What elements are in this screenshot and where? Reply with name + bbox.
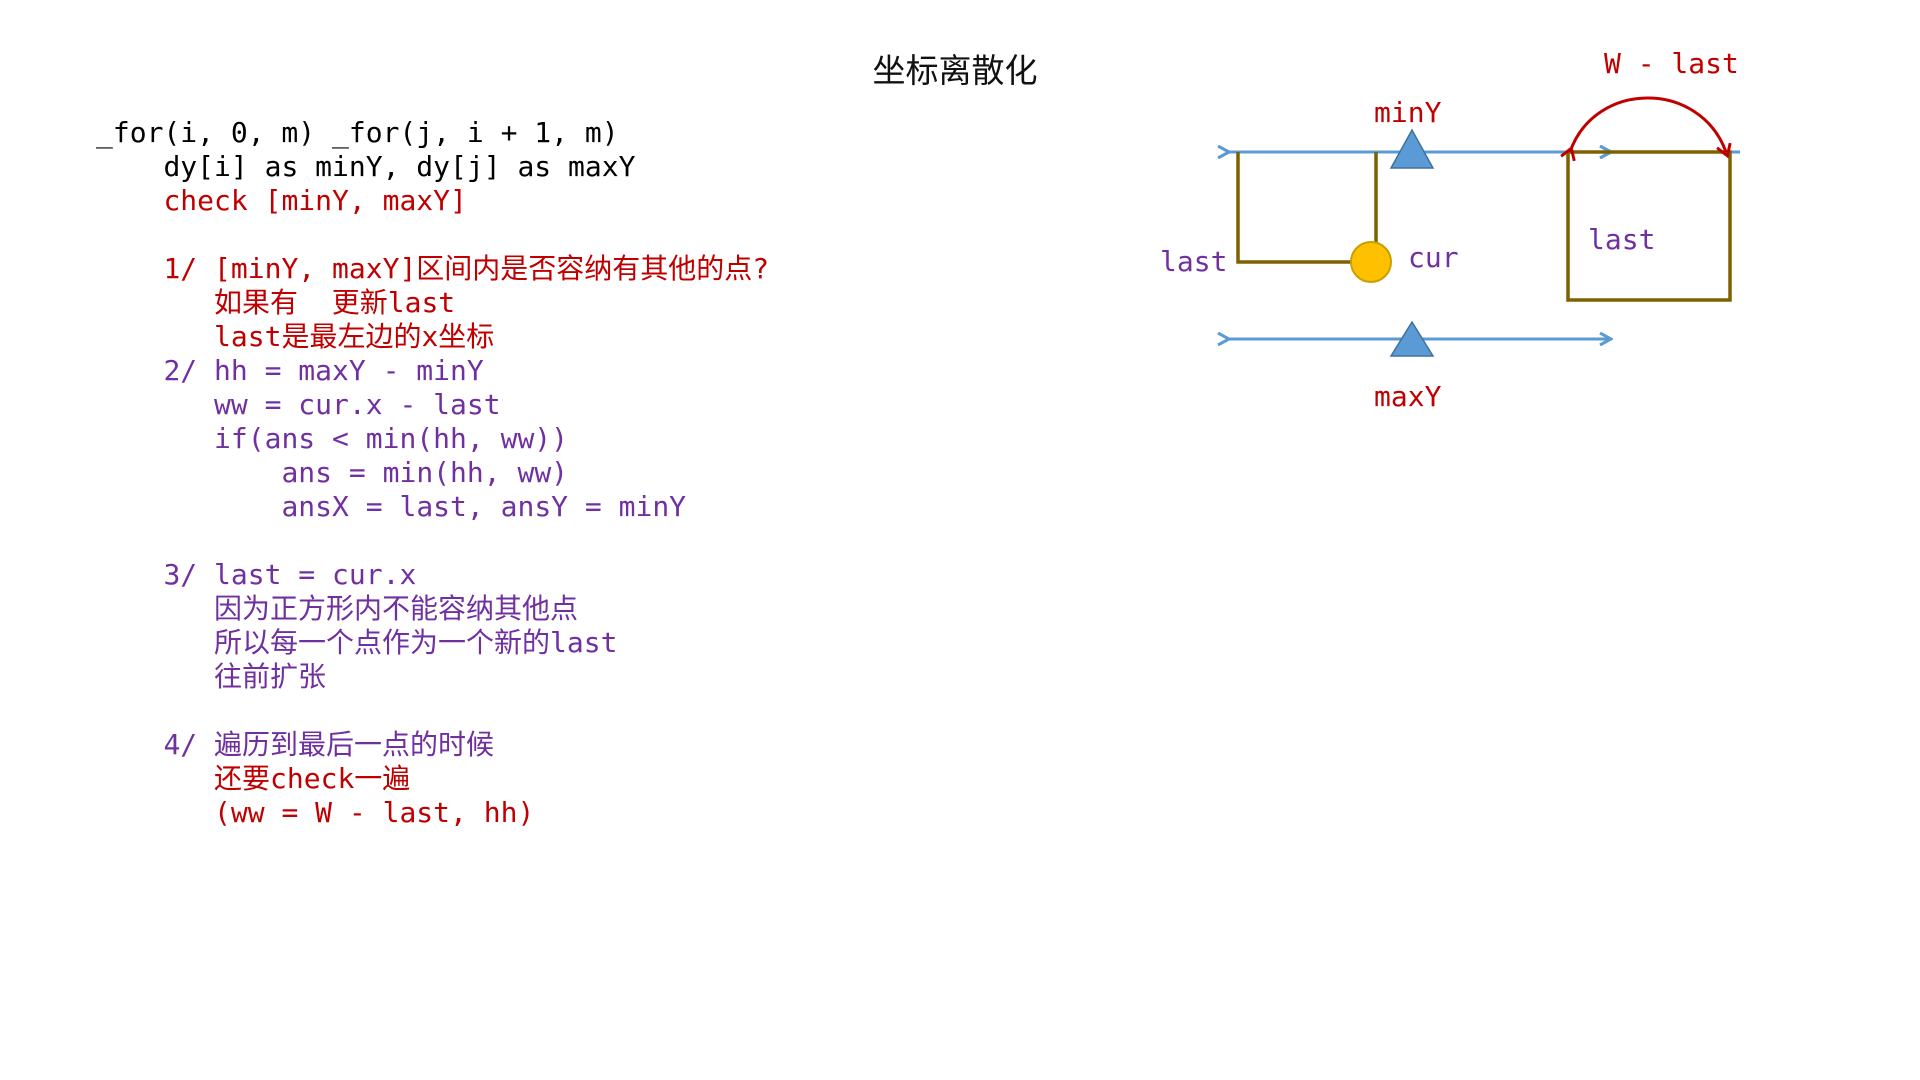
cur-label: cur [1408, 241, 1459, 274]
last-left-label: last [1160, 245, 1227, 278]
miny-triangle [1389, 128, 1435, 169]
last-right-label: last [1588, 223, 1655, 256]
w-last-arc [1570, 96, 1726, 152]
diagram: minY maxY last cur last W - last [1160, 47, 1740, 413]
w-last-label: W - last [1604, 47, 1739, 80]
cur-point [1350, 241, 1392, 283]
maxy-label: maxY [1374, 380, 1442, 413]
miny-label: minY [1374, 96, 1442, 129]
left-box [1236, 152, 1378, 264]
